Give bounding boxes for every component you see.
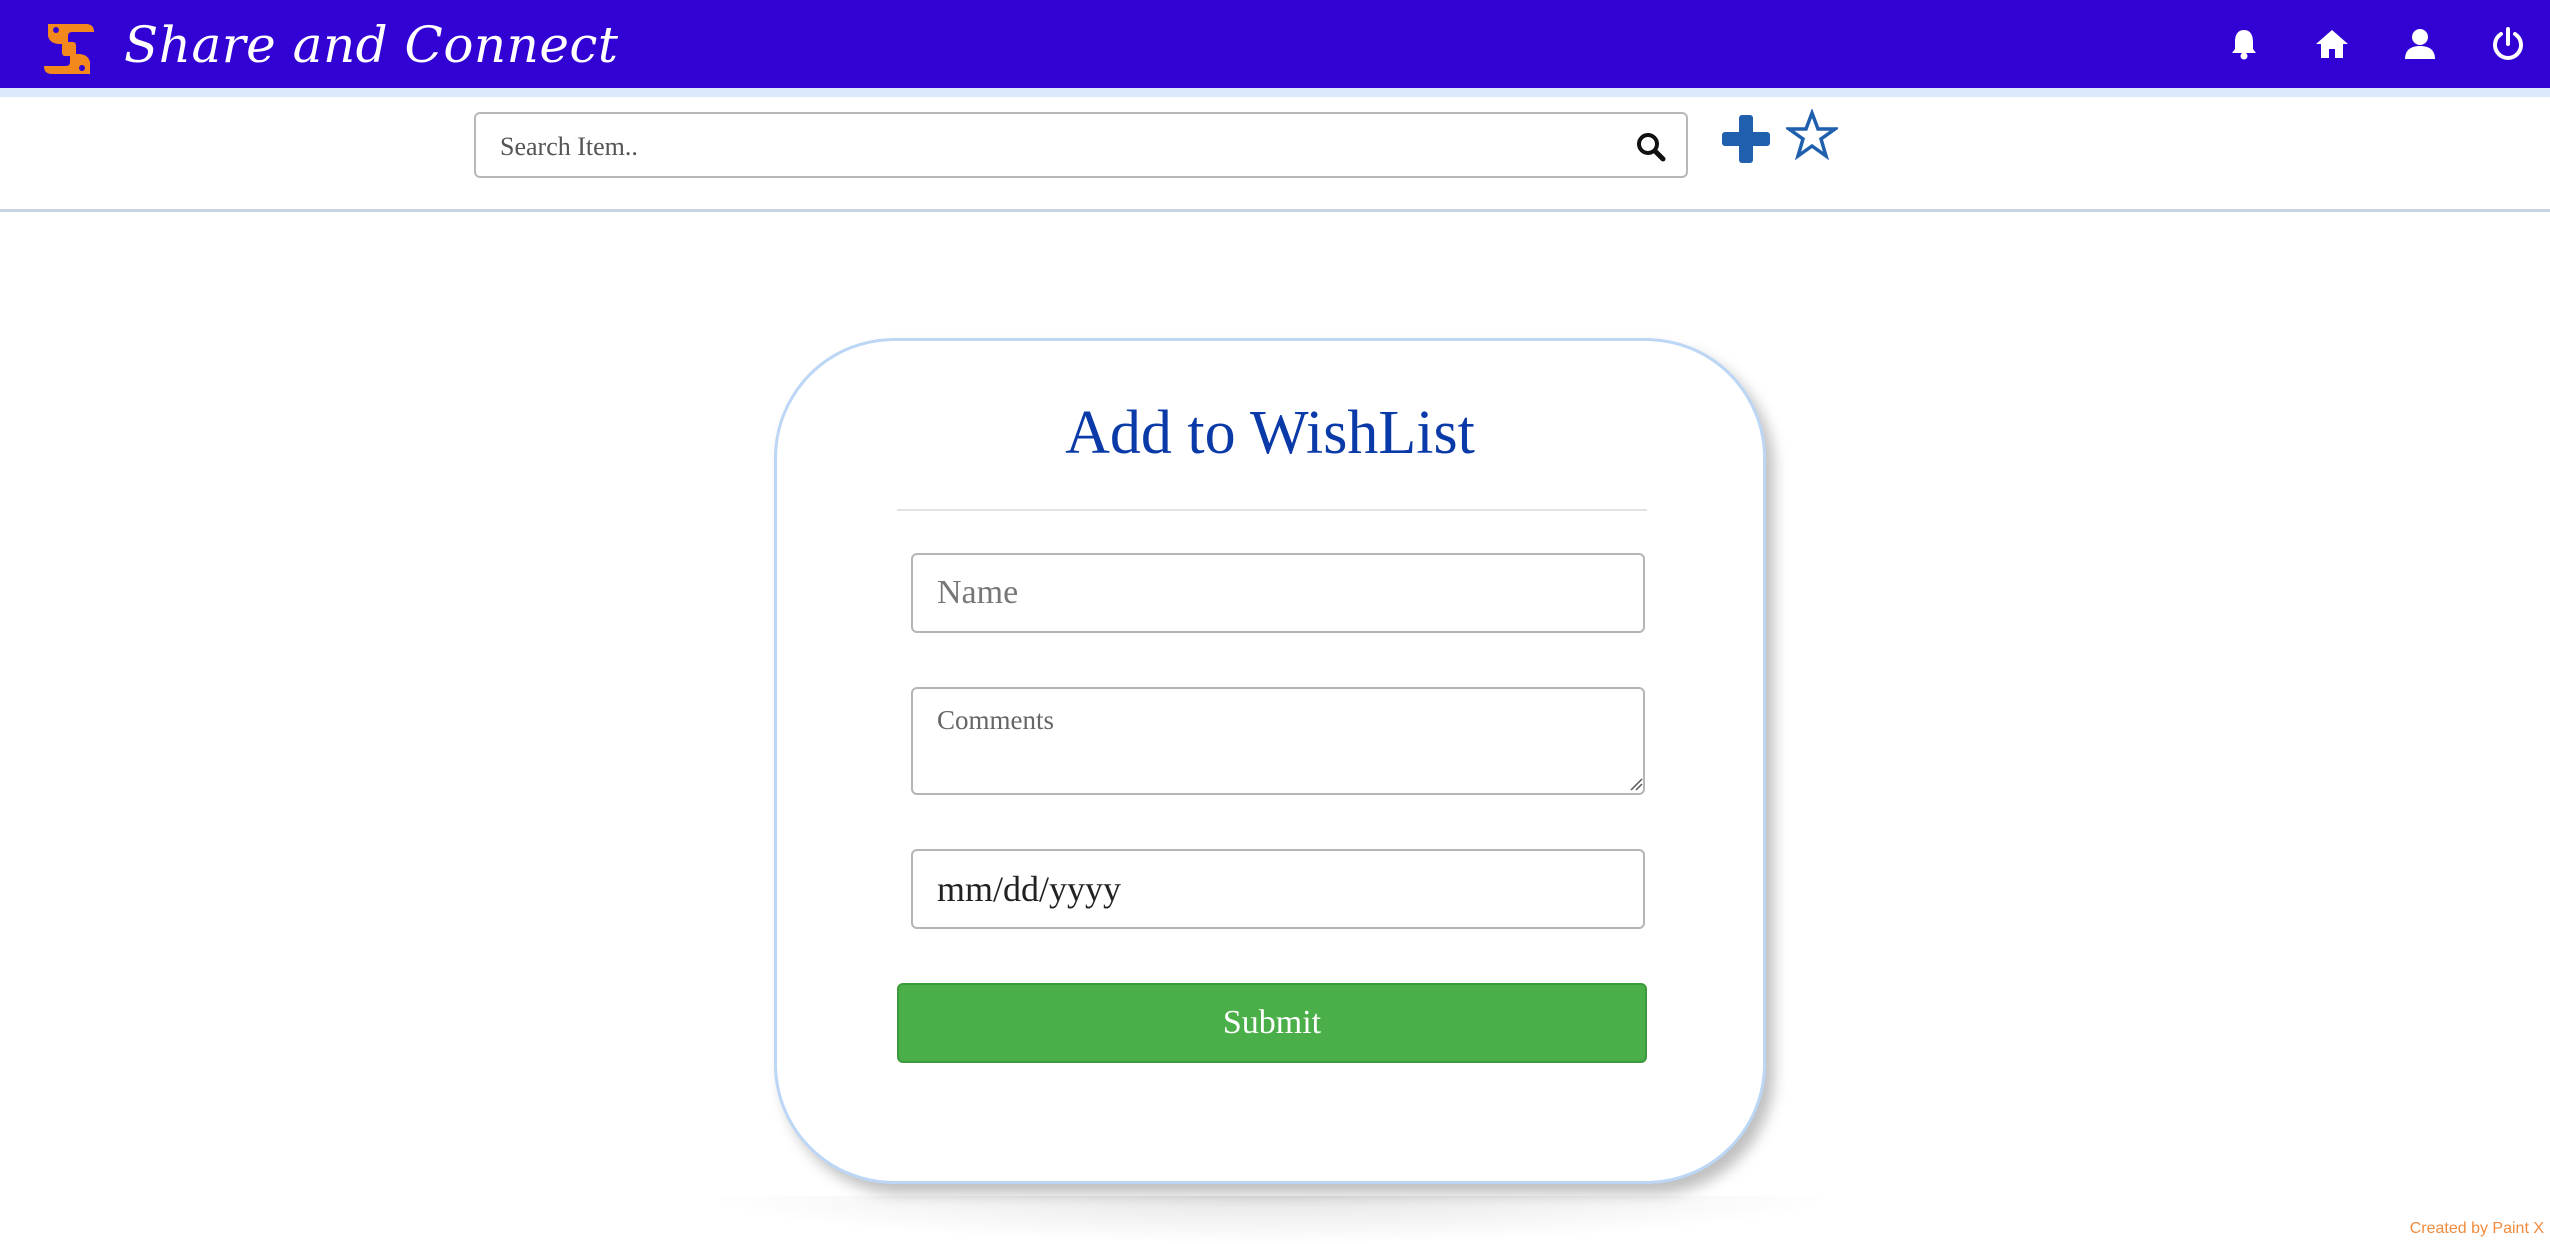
search-box	[474, 112, 1688, 178]
search-input[interactable]	[498, 124, 1602, 170]
home-icon[interactable]	[2312, 24, 2352, 64]
name-field[interactable]	[911, 553, 1645, 633]
user-icon[interactable]	[2400, 24, 2440, 64]
brand-title[interactable]: Share and Connect	[124, 14, 619, 76]
title-divider	[897, 509, 1647, 511]
add-item-button[interactable]	[1720, 113, 1772, 165]
submit-button[interactable]: Submit	[897, 983, 1647, 1063]
search-toolbar	[0, 97, 2550, 212]
plus-icon	[1722, 115, 1770, 163]
search-icon[interactable]	[1634, 130, 1668, 164]
form-title: Add to WishList	[1065, 399, 1475, 467]
watermark: Created by Paint X	[2409, 1220, 2544, 1237]
page-shadow	[700, 1196, 1840, 1244]
comments-field[interactable]	[911, 687, 1645, 795]
wishlist-button[interactable]	[1783, 108, 1841, 161]
wishlist-form-card: Add to WishList mm/dd/yyyy Submit	[774, 338, 1766, 1184]
hands-logo-icon[interactable]	[38, 18, 100, 80]
resize-grip-icon[interactable]	[1629, 777, 1643, 791]
star-outline-icon	[1783, 108, 1841, 161]
date-field[interactable]: mm/dd/yyyy	[911, 849, 1645, 929]
power-icon[interactable]	[2488, 24, 2528, 64]
bell-icon[interactable]	[2224, 24, 2264, 64]
top-navbar: Share and Connect	[0, 0, 2550, 97]
